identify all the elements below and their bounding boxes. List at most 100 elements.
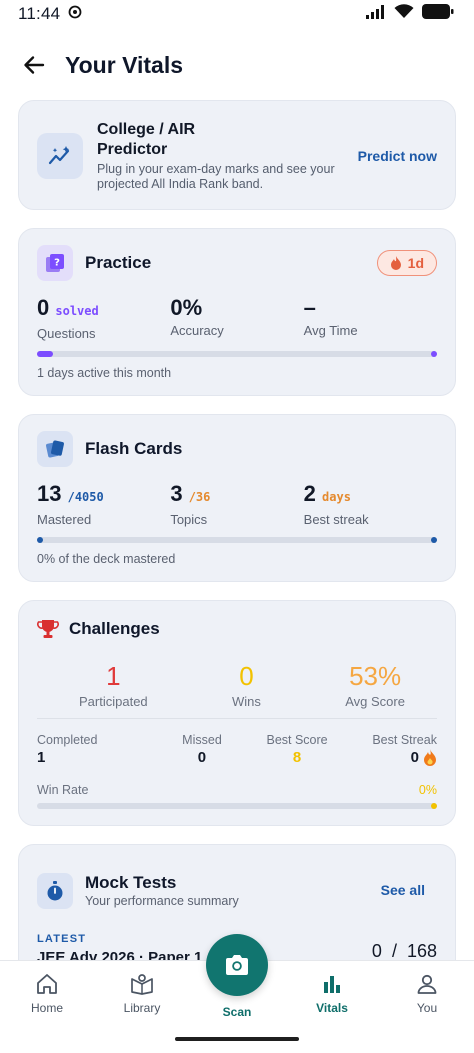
flash-stat-topics: 3 /36 Topics: [170, 481, 303, 527]
practice-card[interactable]: ? Practice 1d 0 solved Questions 0% Accu…: [18, 228, 456, 396]
challenges-avg-score: 53% Avg Score: [345, 661, 405, 709]
trophy-icon: [37, 620, 59, 638]
practice-accuracy-label: Accuracy: [170, 323, 224, 338]
nav-vitals-label: Vitals: [316, 1001, 348, 1015]
flash-topics-value: 3: [170, 481, 183, 506]
flash-mastered-label: Mastered: [37, 512, 92, 527]
flash-streak-unit: days: [322, 490, 351, 504]
latest-score-total: 168: [406, 941, 437, 960]
practice-questions-value: 0: [37, 295, 50, 320]
predictor-icon-box: [37, 133, 83, 179]
challenges-card[interactable]: Challenges 1 Participated 0 Wins 53% Avg…: [18, 600, 456, 826]
see-all-button[interactable]: See all: [381, 882, 425, 898]
flash-progress-start-dot: [37, 537, 43, 543]
library-icon: [131, 974, 153, 995]
predict-now-button[interactable]: Predict now: [358, 148, 437, 164]
practice-stats: 0 solved Questions 0% Accuracy – Avg Tim…: [37, 295, 437, 341]
fire-icon: [423, 749, 436, 766]
latest-score: 0 / 168: [372, 941, 437, 960]
stopwatch-icon: [47, 881, 63, 901]
latest-label: LATEST: [37, 933, 87, 945]
signal-icon: [366, 4, 386, 24]
detail-missed: Missed 0: [182, 733, 222, 766]
practice-stat-avg-time: – Avg Time: [304, 295, 437, 341]
nav-library[interactable]: Library: [102, 973, 182, 1015]
status-time: 11:44: [18, 4, 61, 23]
avg-score-label: Avg Score: [345, 694, 405, 709]
status-bar: 11:44: [0, 0, 474, 28]
best-streak-row: 0: [411, 749, 437, 766]
best-score-label: Best Score: [266, 733, 328, 747]
challenges-header: Challenges: [37, 619, 160, 639]
arrow-left-icon: [24, 56, 45, 74]
nav-home[interactable]: Home: [7, 973, 87, 1015]
nav-home-label: Home: [30, 1001, 63, 1015]
wifi-icon: [394, 4, 414, 24]
svg-text:?: ?: [54, 258, 60, 269]
scan-button[interactable]: [206, 934, 268, 996]
wins-value: 0: [239, 661, 254, 691]
win-rate-bar: [37, 803, 437, 809]
best-streak-label: Best Streak: [372, 733, 437, 747]
person-icon: [417, 974, 437, 994]
participated-value: 1: [106, 661, 121, 691]
mock-title: Mock Tests: [85, 873, 177, 892]
challenges-title: Challenges: [69, 619, 160, 638]
latest-score-separator: /: [391, 941, 397, 960]
status-left: 11:44: [18, 4, 82, 24]
app-header: Your Vitals: [0, 42, 474, 88]
flash-note: 0% of the deck mastered: [37, 552, 176, 566]
detail-completed: Completed 1: [37, 733, 97, 766]
practice-avg-time-label: Avg Time: [303, 323, 358, 338]
battery-icon: [422, 4, 454, 24]
flash-streak-value: 2: [303, 481, 316, 506]
missed-value: 0: [197, 749, 207, 766]
cards-icon: [46, 440, 64, 458]
page-title: Your Vitals: [65, 51, 184, 78]
practice-title: Practice: [85, 253, 152, 272]
practice-questions-label: Questions: [37, 326, 96, 341]
wins-label: Wins: [232, 694, 261, 709]
practice-progress-end-dot: [431, 351, 437, 357]
flash-progress-end-dot: [431, 537, 437, 543]
predictor-card[interactable]: College / AIR Predictor Plug in your exa…: [18, 100, 456, 210]
flash-streak-label: Best streak: [303, 512, 369, 527]
flash-mastered-unit: /4050: [67, 490, 104, 504]
nav-vitals[interactable]: Vitals: [292, 973, 372, 1015]
bar-chart-icon: [324, 976, 340, 993]
best-streak-value: 0: [410, 749, 419, 766]
win-rate-value: 0%: [418, 783, 437, 797]
avg-score-value: 53%: [349, 661, 402, 691]
question-book-icon: ?: [46, 254, 64, 272]
challenges-summary: 1 Participated 0 Wins 53% Avg Score: [79, 661, 405, 709]
practice-stat-questions: 0 solved Questions: [37, 295, 170, 341]
trend-sparkle-icon: [48, 146, 70, 165]
participated-label: Participated: [79, 694, 148, 709]
flash-cards-card[interactable]: Flash Cards 13 /4050 Mastered 3 /36 Topi…: [18, 414, 456, 582]
nav-you[interactable]: You: [387, 973, 467, 1015]
flash-topics-unit: /36: [188, 490, 211, 504]
status-right: [366, 4, 454, 24]
completed-label: Completed: [37, 733, 98, 747]
flash-stats: 13 /4050 Mastered 3 /36 Topics 2 days Be…: [37, 481, 437, 527]
predictor-title: College / AIR Predictor: [97, 121, 196, 158]
completed-value: 1: [37, 749, 46, 766]
practice-avg-time-value: –: [303, 295, 316, 320]
app-notification-icon: [68, 5, 82, 24]
vitals-scroll-area[interactable]: College / AIR Predictor Plug in your exa…: [18, 100, 456, 960]
home-indicator[interactable]: [175, 1037, 299, 1041]
camera-icon: [226, 955, 248, 975]
nav-you-label: You: [416, 1001, 438, 1015]
home-icon: [37, 974, 57, 994]
practice-questions-unit: solved: [55, 304, 99, 318]
back-button[interactable]: [20, 51, 48, 79]
flame-icon: [390, 256, 401, 270]
challenges-divider: [37, 718, 437, 719]
flash-title: Flash Cards: [85, 439, 183, 458]
missed-label: Missed: [182, 733, 222, 747]
latest-score-value: 0: [371, 941, 382, 960]
practice-progress-bar: [37, 351, 437, 357]
streak-value: 1d: [407, 255, 424, 271]
win-rate-label: Win Rate: [37, 783, 89, 797]
practice-accuracy-value: 0%: [170, 295, 203, 320]
